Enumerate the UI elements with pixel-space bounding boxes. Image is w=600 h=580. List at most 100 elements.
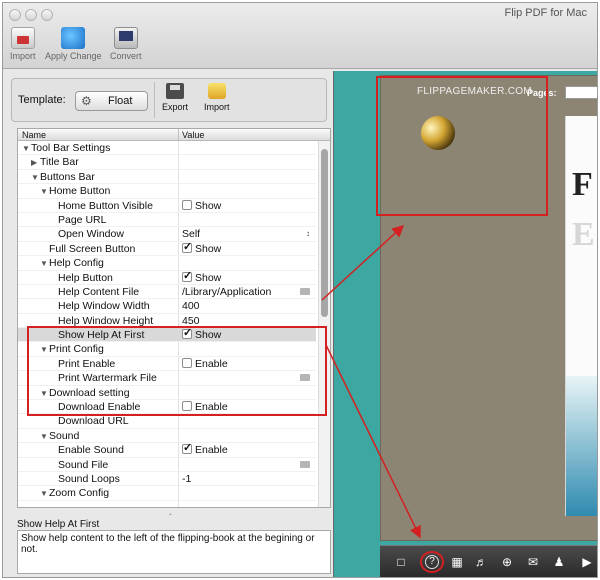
- thumbnails-grid-icon[interactable]: ▦: [448, 553, 466, 571]
- social-share-icon[interactable]: ♟: [550, 553, 568, 571]
- column-header-value[interactable]: Value: [182, 130, 204, 140]
- email-icon[interactable]: ✉: [524, 553, 542, 571]
- property-row[interactable]: ▼Sound: [18, 429, 316, 444]
- close-window-button[interactable]: [9, 9, 21, 21]
- disclosure-down-icon[interactable]: ▼: [40, 487, 49, 501]
- scroll-thumb[interactable]: [321, 149, 328, 317]
- template-bar: Template: ⚙ Float Export Import: [11, 78, 327, 122]
- property-row[interactable]: ▼Help Config: [18, 256, 316, 271]
- property-value[interactable]: 400: [182, 299, 314, 313]
- property-name: Enable Sound: [58, 443, 124, 457]
- window-title: Flip PDF for Mac: [504, 7, 587, 19]
- property-row[interactable]: Open Window Self ↕: [18, 227, 316, 242]
- property-row[interactable]: Full Screen Button Show: [18, 240, 316, 257]
- template-select-button[interactable]: ⚙ Float: [75, 91, 148, 111]
- property-name-text: Show Help At First: [58, 329, 145, 342]
- property-name-text: Enable Sound: [58, 444, 124, 457]
- disclosure-down-icon[interactable]: ▼: [40, 387, 49, 401]
- property-name: ▼Help Config: [40, 256, 104, 271]
- column-header-name[interactable]: Name: [22, 130, 46, 140]
- property-row[interactable]: Show Help At First Show: [18, 326, 316, 343]
- property-value[interactable]: Show: [182, 269, 314, 285]
- property-row[interactable]: Sound Loops -1: [18, 472, 316, 487]
- disclosure-down-icon[interactable]: ▼: [40, 430, 49, 444]
- checkbox[interactable]: [182, 240, 192, 254]
- sound-icon[interactable]: ♬: [472, 553, 490, 571]
- property-value[interactable]: 450: [182, 314, 314, 328]
- disclosure-down-icon[interactable]: ▼: [40, 257, 49, 271]
- property-row[interactable]: Print Wartermark File: [18, 371, 316, 386]
- property-row[interactable]: ▼Print Config: [18, 342, 316, 357]
- site-logo-text: FLIPPAGEMAKER.COM: [417, 86, 532, 97]
- property-name: Print Enable: [58, 357, 115, 371]
- next-page-icon[interactable]: ▶: [578, 553, 596, 571]
- moon-logo-icon: [421, 116, 455, 150]
- property-row[interactable]: ▼Tool Bar Settings: [18, 141, 316, 156]
- property-value[interactable]: Show: [182, 326, 314, 342]
- disclosure-down-icon[interactable]: ▼: [40, 185, 49, 199]
- apply-change-button[interactable]: Apply Change: [45, 27, 102, 61]
- property-name: ▼Print Config: [40, 342, 104, 357]
- splitter-handle-icon[interactable]: ˆ: [169, 513, 172, 522]
- property-row[interactable]: Help Window Width 400: [18, 299, 316, 314]
- convert-button[interactable]: Convert: [110, 27, 142, 61]
- property-name: Sound File: [58, 458, 108, 472]
- fullscreen-icon[interactable]: □: [392, 553, 410, 571]
- help-icon[interactable]: ?: [425, 555, 439, 569]
- property-row[interactable]: ▼Download setting: [18, 386, 316, 401]
- property-name-text: Buttons Bar: [40, 170, 95, 183]
- disclosure-down-icon[interactable]: ▼: [31, 171, 40, 185]
- disclosure-down-icon[interactable]: ▼: [40, 343, 49, 357]
- export-template-button[interactable]: Export: [162, 83, 188, 112]
- book-page[interactable]: F E: [565, 116, 597, 516]
- select-arrows-icon[interactable]: ↕: [306, 227, 310, 241]
- checkbox[interactable]: [182, 199, 192, 210]
- property-value[interactable]: Show: [182, 240, 314, 256]
- property-row[interactable]: Download Enable Enable: [18, 400, 316, 415]
- property-row[interactable]: Download URL: [18, 414, 316, 429]
- property-value[interactable]: /Library/Application: [182, 285, 314, 299]
- property-name-text: Zoom Config: [49, 487, 110, 500]
- checkbox[interactable]: [182, 269, 192, 283]
- import-template-button[interactable]: Import: [204, 83, 230, 112]
- gear-icon: ⚙: [81, 94, 92, 108]
- property-value[interactable]: Enable: [182, 400, 314, 414]
- disclosure-right-icon[interactable]: ▶: [31, 156, 40, 170]
- property-value[interactable]: Self ↕: [182, 227, 314, 241]
- property-row[interactable]: Page URL: [18, 213, 316, 228]
- property-row[interactable]: Sound File: [18, 458, 316, 472]
- pages-input[interactable]: [565, 86, 597, 99]
- folder-browse-icon[interactable]: [300, 374, 310, 382]
- property-value[interactable]: -1: [182, 472, 314, 486]
- property-value[interactable]: Enable: [182, 441, 314, 457]
- zoom-window-button[interactable]: [41, 9, 53, 21]
- property-row[interactable]: Help Button Show: [18, 269, 316, 285]
- folder-browse-icon[interactable]: [300, 460, 310, 468]
- property-value[interactable]: Enable: [182, 357, 314, 371]
- minimize-window-button[interactable]: [25, 9, 37, 21]
- import-button[interactable]: Import: [10, 27, 36, 61]
- checkbox[interactable]: [182, 326, 192, 340]
- property-row[interactable]: ▼Zoom Config: [18, 486, 316, 501]
- property-value[interactable]: Show: [182, 199, 314, 213]
- checkbox[interactable]: [182, 357, 192, 368]
- property-row[interactable]: Help Window Height 450: [18, 314, 316, 329]
- property-row[interactable]: ▼Home Button: [18, 184, 316, 199]
- property-row[interactable]: Enable Sound Enable: [18, 441, 316, 458]
- property-row[interactable]: Home Button Visible Show: [18, 199, 316, 213]
- zoom-in-icon[interactable]: ⊕: [498, 553, 516, 571]
- disclosure-down-icon[interactable]: ▼: [22, 142, 31, 156]
- property-name: ▼Zoom Config: [40, 486, 109, 501]
- property-row[interactable]: Print Enable Enable: [18, 357, 316, 372]
- property-name-text: Help Window Width: [58, 300, 150, 313]
- property-row[interactable]: ▶ Title Bar: [18, 155, 316, 170]
- property-row[interactable]: Help Content File/Library/Application: [18, 285, 316, 300]
- grid-scrollbar[interactable]: [318, 141, 330, 507]
- checkbox[interactable]: [182, 441, 192, 456]
- property-row[interactable]: ▼Buttons Bar: [18, 170, 316, 185]
- page-wave-graphic: [566, 376, 597, 516]
- folder-browse-icon[interactable]: [300, 287, 310, 295]
- property-value-text: Enable: [195, 357, 228, 370]
- checkbox[interactable]: [182, 401, 192, 412]
- property-name-text: Sound File: [58, 458, 109, 471]
